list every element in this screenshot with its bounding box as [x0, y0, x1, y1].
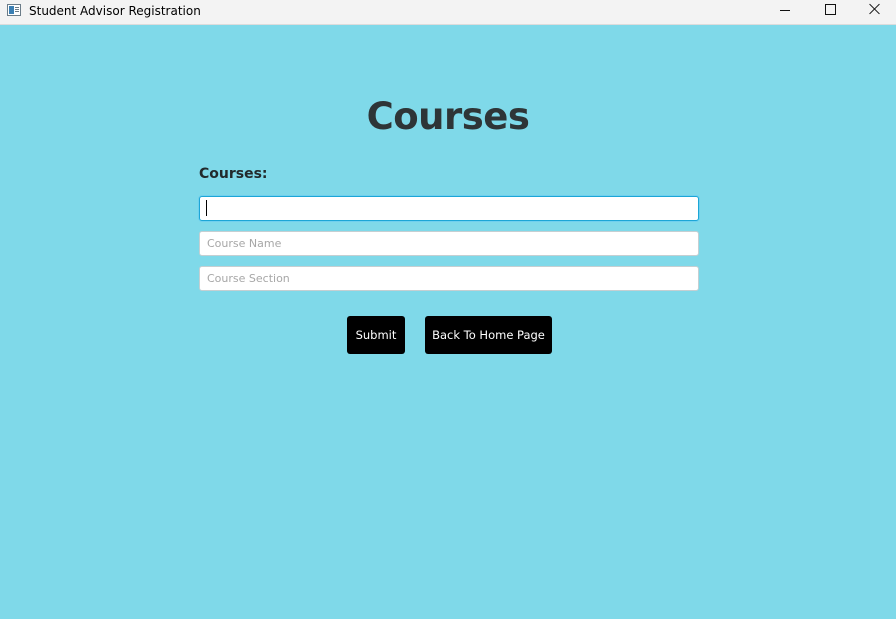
course-section-input[interactable]: [199, 266, 699, 291]
courses-label: Courses:: [199, 166, 268, 182]
back-to-home-button[interactable]: Back To Home Page: [425, 316, 552, 354]
maximize-button[interactable]: [807, 0, 853, 24]
submit-button[interactable]: Submit: [347, 316, 405, 354]
course-name-input[interactable]: [199, 231, 699, 256]
app-icon: [7, 4, 21, 16]
window-title: Student Advisor Registration: [29, 4, 201, 18]
courses-input[interactable]: [199, 196, 699, 221]
title-bar: Student Advisor Registration: [0, 0, 896, 25]
close-icon: [869, 3, 881, 15]
text-caret: [206, 200, 207, 216]
page-title: Courses: [366, 95, 530, 138]
close-button[interactable]: [852, 0, 896, 24]
app-window: Student Advisor Registration Courses Cou…: [0, 0, 896, 619]
minimize-button[interactable]: [762, 0, 808, 24]
